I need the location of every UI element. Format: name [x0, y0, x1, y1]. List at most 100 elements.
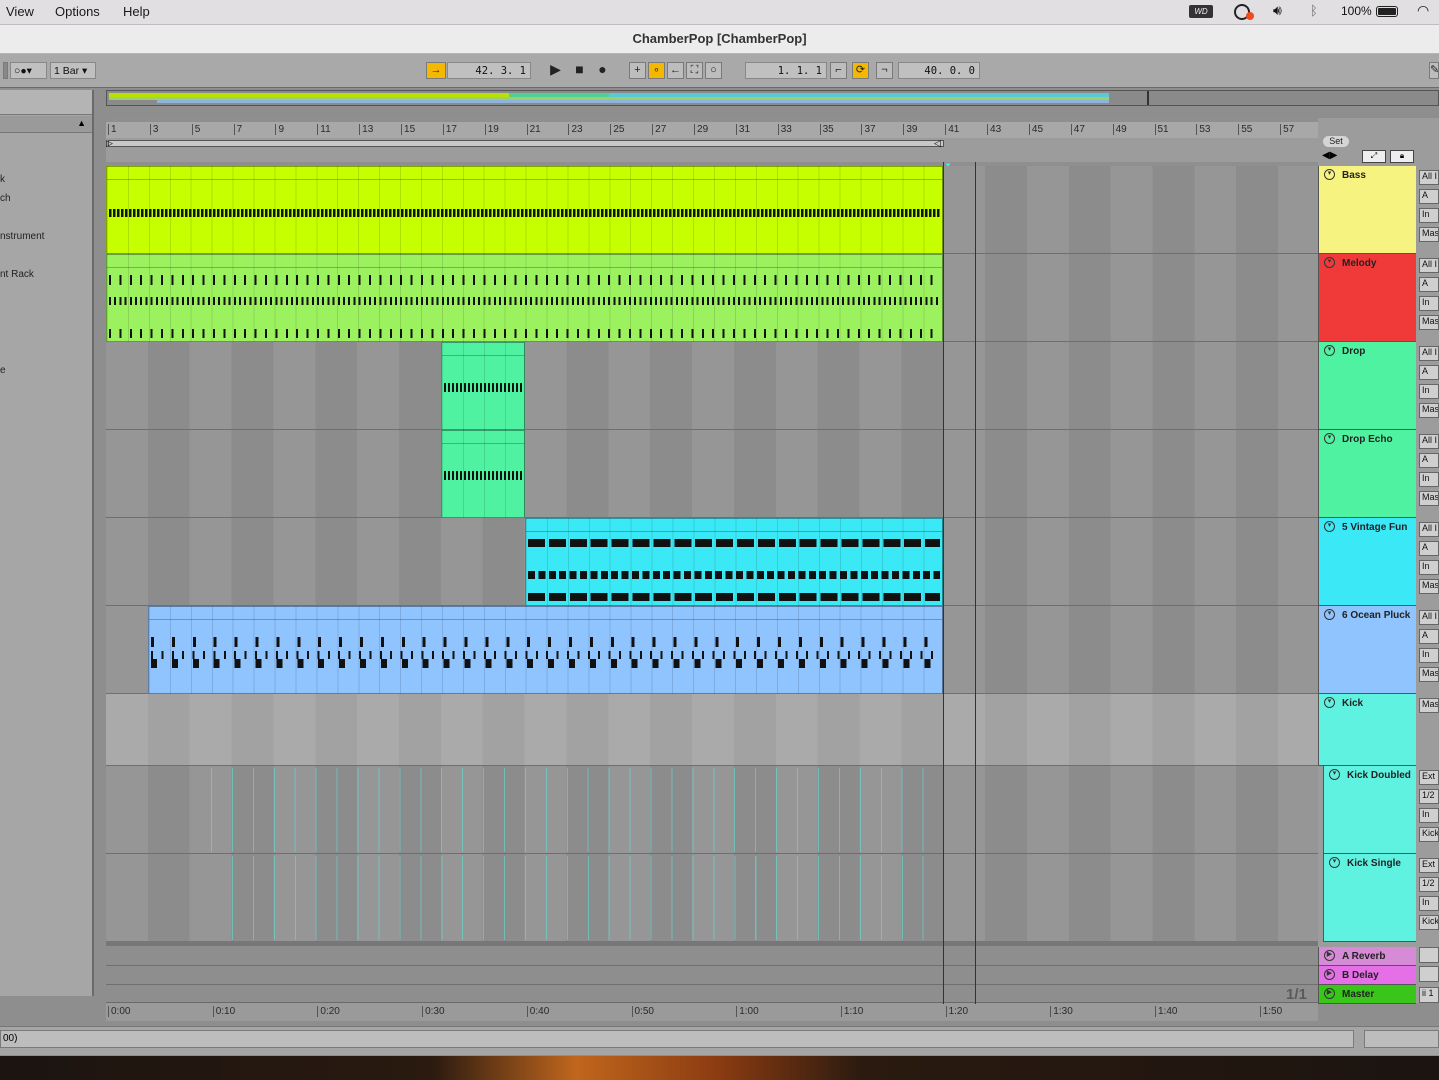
io-chooser[interactable]: Mas [1419, 491, 1439, 506]
lock-icon[interactable]: 🔒︎ [1390, 150, 1414, 163]
browser-item[interactable]: nt Rack [0, 269, 34, 280]
io-chooser[interactable]: 1/2 [1419, 789, 1439, 804]
fold-arrow-icon[interactable]: ▶ [1324, 950, 1335, 961]
io-chooser[interactable]: All I [1419, 610, 1439, 625]
io-chooser[interactable]: Ext [1419, 770, 1439, 785]
io-chooser[interactable]: In [1419, 296, 1439, 311]
fold-arrow-icon[interactable]: ▾ [1324, 521, 1335, 532]
loop-length[interactable]: 40. 0. 0 [898, 62, 980, 79]
lane-b-delay[interactable] [106, 966, 1318, 985]
menu-view[interactable]: View [6, 4, 34, 19]
fold-arrow-icon[interactable]: ▶ [1324, 988, 1335, 999]
io-chooser[interactable]: All I [1419, 522, 1439, 537]
set-button[interactable]: Set [1323, 136, 1349, 147]
beat-time-ruler[interactable]: 1 3 5 7 9 11 13 15 17 19 21 23 25 27 29 31 33 35 37 39 41 43 4… [106, 122, 1318, 138]
io-chooser[interactable]: 1/2 [1419, 877, 1439, 892]
seconds-ruler[interactable]: 0:00 0:10 0:20 0:30 0:40 0:50 1:00 1:10 1:20 1:30… [106, 1002, 1318, 1021]
play-icon[interactable]: ▶ [547, 62, 564, 79]
io-chooser[interactable]: A [1419, 629, 1439, 644]
clip-header[interactable] [525, 519, 943, 532]
menu-options[interactable]: Options [55, 4, 100, 19]
expand-icon[interactable]: ⤢ [1362, 150, 1386, 163]
io-chooser[interactable]: In [1419, 384, 1439, 399]
return-io-slot[interactable] [1419, 966, 1439, 982]
io-chooser[interactable]: A [1419, 277, 1439, 292]
clip-header[interactable] [107, 167, 943, 180]
volume-icon[interactable]: 🔊︎ [1273, 2, 1282, 19]
master-output[interactable]: ii 1 [1419, 987, 1439, 1003]
draw-mode-icon[interactable]: ✎ [1429, 62, 1439, 79]
midi-clip[interactable] [106, 166, 944, 254]
session-record-icon[interactable]: ○ [705, 62, 722, 79]
wifi-icon[interactable]: ◠ [1417, 2, 1429, 19]
record-mode-selector[interactable]: ○●▾ [10, 62, 47, 79]
io-chooser[interactable]: In [1419, 896, 1439, 911]
io-chooser[interactable]: All I [1419, 434, 1439, 449]
track-header[interactable]: ▾ Melody [1318, 254, 1416, 342]
loop-region-strip[interactable]: ▷ ◁ ▼ [106, 138, 1318, 170]
track-lane[interactable] [106, 430, 1318, 518]
io-chooser[interactable]: In [1419, 648, 1439, 663]
track-header[interactable]: ▾ Drop [1318, 342, 1416, 430]
clip-header[interactable] [441, 431, 524, 444]
arrangement-overview[interactable] [106, 90, 1439, 106]
fold-arrow-icon[interactable]: ▾ [1324, 169, 1335, 180]
track-lane[interactable] [106, 766, 1318, 854]
locator-nav-icon[interactable]: ◀▶ [1322, 150, 1337, 161]
io-chooser[interactable]: Mas [1419, 667, 1439, 682]
browser-item[interactable]: nstrument [0, 231, 44, 242]
track-header[interactable]: ▾ 5 Vintage Fun [1318, 518, 1416, 606]
return-io-slot[interactable] [1419, 947, 1439, 963]
record-icon[interactable]: ● [594, 62, 611, 79]
fold-arrow-icon[interactable]: ▾ [1329, 769, 1340, 780]
io-chooser[interactable]: Mas [1419, 315, 1439, 330]
io-chooser[interactable]: Kick [1419, 827, 1439, 842]
arrangement-position[interactable]: 42. 3. 1 [447, 62, 531, 79]
io-chooser[interactable]: Kick [1419, 915, 1439, 930]
track-lane[interactable] [106, 518, 1318, 606]
loop-start-marker-icon[interactable]: ▷ [106, 138, 113, 149]
fold-arrow-icon[interactable]: ▾ [1324, 697, 1335, 708]
back-to-arrangement-icon[interactable]: ← [667, 62, 684, 79]
track-lane[interactable] [106, 694, 1318, 766]
track-header-b-delay[interactable]: ▶ B Delay [1318, 966, 1416, 985]
midi-clip[interactable] [106, 254, 944, 342]
io-chooser[interactable]: Ext [1419, 858, 1439, 873]
track-header[interactable]: ▾ Drop Echo [1318, 430, 1416, 518]
browser-item[interactable]: e [0, 365, 6, 376]
io-chooser[interactable]: In [1419, 472, 1439, 487]
io-chooser[interactable]: Mas [1419, 698, 1439, 713]
punch-in-icon[interactable]: ⌐ [830, 62, 847, 79]
io-chooser[interactable]: A [1419, 189, 1439, 204]
io-chooser[interactable]: Mas [1419, 403, 1439, 418]
battery-icon[interactable] [1376, 6, 1398, 17]
browser-item[interactable]: ch [0, 193, 11, 204]
fold-arrow-icon[interactable]: ▾ [1324, 257, 1335, 268]
clip-header[interactable] [441, 343, 524, 356]
track-lane[interactable] [106, 166, 1318, 254]
loop-end-marker-icon[interactable]: ◁ [934, 138, 941, 149]
track-header-a-reverb[interactable]: ▶ A Reverb [1318, 947, 1416, 966]
track-header-master[interactable]: ▶ Master [1318, 985, 1416, 1004]
capture-icon[interactable]: ⛶ [686, 62, 703, 79]
io-chooser[interactable]: All I [1419, 170, 1439, 185]
overdub-icon[interactable]: + [629, 62, 646, 79]
track-header[interactable]: ▾ 6 Ocean Pluck [1318, 606, 1416, 694]
track-header[interactable]: ▾ Kick Single [1323, 854, 1416, 942]
menu-help[interactable]: Help [123, 4, 150, 19]
fold-arrow-icon[interactable]: ▾ [1324, 609, 1335, 620]
track-header[interactable]: ▾ Kick [1318, 694, 1416, 766]
io-chooser[interactable]: In [1419, 208, 1439, 223]
midi-clip[interactable] [440, 430, 525, 518]
wd-drive-icon[interactable]: WD [1189, 5, 1213, 18]
browser-item[interactable]: k [0, 174, 5, 185]
punch-out-icon[interactable]: ¬ [876, 62, 893, 79]
midi-clip[interactable] [147, 606, 944, 694]
follow-button[interactable]: → [426, 62, 446, 79]
track-header[interactable]: ▾ Bass [1318, 166, 1416, 254]
track-lane[interactable] [106, 254, 1318, 342]
clip-header[interactable] [148, 607, 943, 620]
midi-clip[interactable] [524, 518, 944, 606]
loop-brace[interactable] [108, 140, 944, 147]
fold-arrow-icon[interactable]: ▾ [1329, 857, 1340, 868]
